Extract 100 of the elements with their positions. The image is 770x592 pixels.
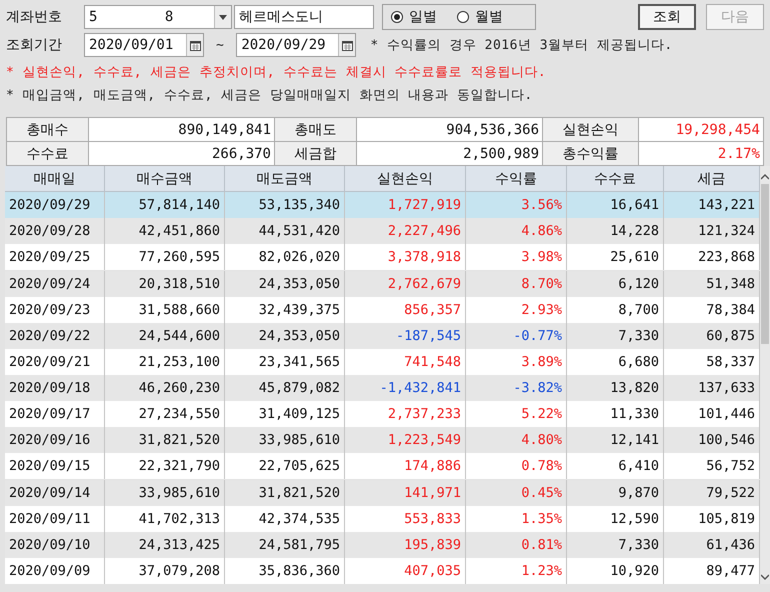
column-header[interactable]: 수익률 [466,166,567,192]
table-cell: 53,135,340 [225,192,345,218]
search-button[interactable]: 조회 [638,4,696,30]
table-cell: 4.80% [466,427,567,454]
table-cell: 31,588,660 [105,296,225,323]
table-cell: 3.89% [466,348,567,375]
table-cell: 105,819 [664,506,760,532]
column-header[interactable]: 매수금액 [105,166,225,192]
notice-text: * 매입금액, 매도금액, 수수료, 세금은 당일매매일지 화면의 내용과 동일합니다. [6,86,533,104]
summary-value: 19,298,454 [639,118,764,142]
table-cell: 12,590 [567,506,664,532]
table-cell: 89,477 [664,558,760,584]
table-cell: 2020/09/15 [5,453,105,480]
table-cell: 100,546 [664,427,760,454]
table-cell: 21,253,100 [105,348,225,375]
start-date-field[interactable]: 2020/09/01 [84,33,204,57]
table-cell: 14,228 [567,218,664,244]
table-cell: 553,833 [345,506,466,532]
scrollbar[interactable] [760,166,770,584]
summary-label: 수수료 [7,142,89,166]
table-cell: 25,610 [567,244,664,270]
column-header[interactable]: 실현손익 [345,166,466,192]
table-cell: 27,234,550 [105,401,225,428]
table-cell: 407,035 [345,558,466,584]
table-cell: 31,821,520 [105,427,225,454]
table-cell: 78,384 [664,296,760,323]
calendar-icon [342,40,353,50]
table-cell: 1,223,549 [345,427,466,454]
table-cell: 174,886 [345,453,466,480]
table-cell: 3.98% [466,244,567,270]
table-cell: 2020/09/09 [5,558,105,584]
table-cell: 2020/09/21 [5,348,105,375]
summary-label: 총매수 [7,118,89,142]
table-cell: 57,814,140 [105,192,225,218]
account-label: 계좌번호 [6,8,63,26]
period-label: 조회기간 [6,36,63,54]
table-cell: 23,341,565 [225,348,345,375]
period-radio[interactable]: 월별 [457,8,503,26]
notice-text: * 실현손익, 수수료, 세금은 추정치이며, 수수료는 체결시 수수료률로 적용됩니다. [6,64,546,80]
table-cell: 1,727,919 [345,192,466,218]
table-cell: 2020/09/29 [5,192,105,218]
column-header[interactable]: 매매일 [5,166,105,192]
account-dropdown[interactable]: 5 8 [84,5,232,29]
calendar-button[interactable] [338,34,356,56]
table-cell: 3,378,918 [345,244,466,270]
table-cell: 2020/09/28 [5,218,105,244]
table-cell: 3.56% [466,192,567,218]
table-cell: 16,641 [567,192,664,218]
table-cell: 8,700 [567,296,664,323]
table-cell: 2020/09/11 [5,506,105,532]
notice-text: * 수익률의 경우 2016년 3월부터 제공됩니다. [370,37,673,54]
table-cell: 58,337 [664,348,760,375]
calendar-button[interactable] [186,34,203,56]
table-cell: 2,227,496 [345,218,466,244]
table-cell: 22,705,625 [225,453,345,480]
summary-label: 총매도 [275,118,357,142]
table-cell: 2020/09/17 [5,401,105,428]
table-cell: 33,985,610 [225,427,345,454]
table-cell: 4.86% [466,218,567,244]
column-header[interactable]: 세금 [664,166,760,192]
table-cell: 32,439,375 [225,296,345,323]
table-cell: 856,357 [345,296,466,323]
table-cell: 5.22% [466,401,567,428]
table-cell: 6,680 [567,348,664,375]
table-cell: 42,374,535 [225,506,345,532]
period-radio[interactable]: 일별 [391,8,437,26]
table-cell: 2020/09/16 [5,427,105,454]
table-cell: 1.23% [466,558,567,584]
summary-label: 실현손익 [543,118,639,142]
table-cell: 6,410 [567,453,664,480]
summary-label: 세금합 [275,142,357,166]
column-header[interactable]: 수수료 [567,166,664,192]
account-name-field[interactable]: 헤르메스도니 [234,5,374,29]
table-cell: 35,836,360 [225,558,345,584]
table-cell: 82,026,020 [225,244,345,270]
table-cell: 2.93% [466,296,567,323]
range-separator: ~ [216,38,224,52]
table-cell: 1.35% [466,506,567,532]
calendar-icon [190,40,200,50]
table-cell: 56,752 [664,453,760,480]
summary-label: 총수익률 [543,142,639,166]
table-cell: 10,920 [567,558,664,584]
table-cell: 77,260,595 [105,244,225,270]
end-date-field[interactable]: 2020/09/29 [236,33,356,57]
table-cell: 2020/09/23 [5,296,105,323]
table-cell: 101,446 [664,401,760,428]
table-cell: 22,321,790 [105,453,225,480]
table-cell: 37,079,208 [105,558,225,584]
scroll-down-icon[interactable] [761,574,769,580]
column-header[interactable]: 매도금액 [225,166,345,192]
table-cell: 12,141 [567,427,664,454]
table-cell: 2,737,233 [345,401,466,428]
caret-icon [219,14,227,20]
table-cell: 41,702,313 [105,506,225,532]
scroll-up-icon[interactable] [761,174,769,180]
table-cell: 741,548 [345,348,466,375]
table-cell: 31,409,125 [225,401,345,428]
table-cell: 44,531,420 [225,218,345,244]
table-cell: 121,324 [664,218,760,244]
table-cell: 0.78% [466,453,567,480]
